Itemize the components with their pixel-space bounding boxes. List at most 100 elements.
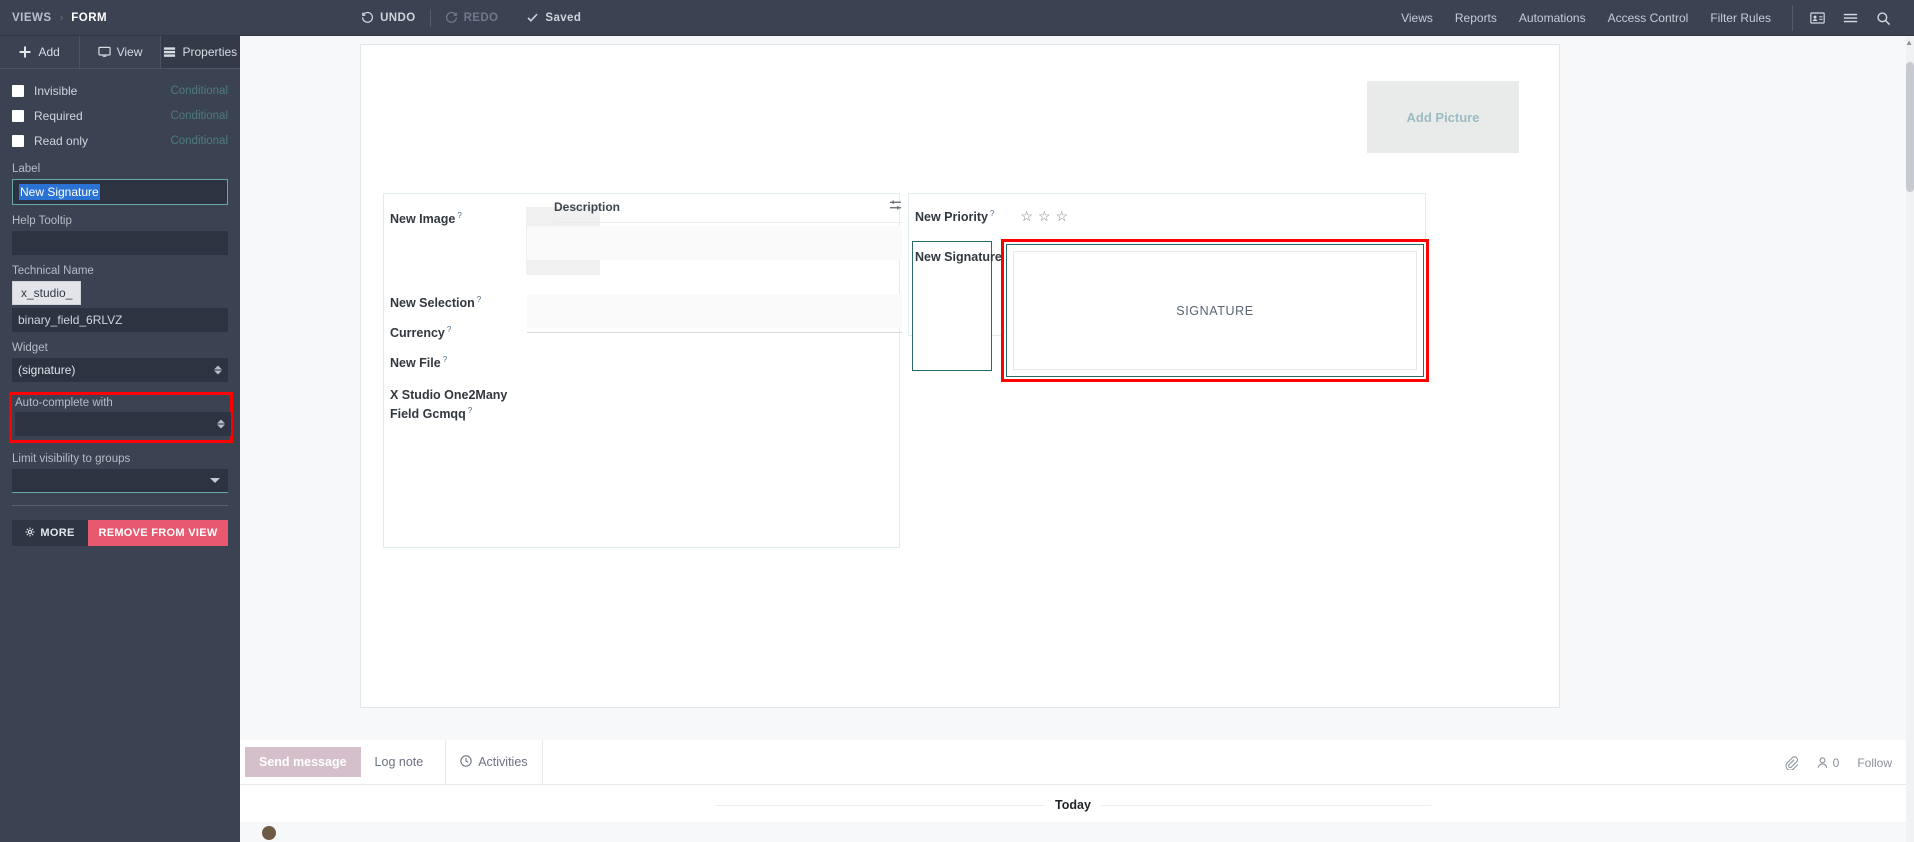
- monitor-icon: [97, 46, 111, 59]
- breadcrumb-separator-icon: ›: [59, 11, 64, 24]
- sidebar-tab-view[interactable]: View: [80, 36, 161, 68]
- label-input[interactable]: New Signature: [12, 179, 228, 205]
- invisible-row: Invisible Conditional: [12, 79, 228, 103]
- readonly-label: Read only: [34, 134, 89, 148]
- sidebar-button-row: MORE REMOVE FROM VIEW: [12, 520, 228, 546]
- breadcrumb-views[interactable]: VIEWS: [12, 12, 52, 24]
- limit-groups-caption: Limit visibility to groups: [12, 453, 131, 465]
- priority-stars[interactable]: ☆ ☆ ☆: [1020, 209, 1068, 223]
- autocomplete-select[interactable]: [15, 412, 231, 436]
- redo-button[interactable]: REDO: [431, 0, 513, 36]
- remove-from-view-button[interactable]: REMOVE FROM VIEW: [88, 520, 228, 546]
- properties-icon: [163, 46, 176, 59]
- o2m-column-description[interactable]: Description: [554, 200, 620, 214]
- undo-button[interactable]: UNDO: [347, 0, 429, 36]
- separator-line-left: [715, 804, 1046, 806]
- followers-button[interactable]: 0: [1816, 755, 1840, 770]
- technical-name-input[interactable]: binary_field_6RLVZ: [12, 308, 228, 332]
- table-row[interactable]: [527, 294, 902, 328]
- check-icon: [526, 11, 539, 24]
- follow-button[interactable]: Follow: [1857, 756, 1892, 770]
- person-icon: [1817, 757, 1827, 768]
- star-icon[interactable]: ☆: [1056, 209, 1069, 223]
- field-new-file: New File?: [390, 352, 447, 371]
- readonly-checkbox[interactable]: [12, 135, 24, 147]
- scrollbar-thumb[interactable]: [1906, 62, 1914, 192]
- contact-card-icon[interactable]: [1801, 12, 1834, 24]
- star-icon[interactable]: ☆: [1020, 209, 1033, 223]
- breadcrumb: VIEWS › FORM: [0, 12, 107, 24]
- widget-select[interactable]: (signature): [12, 358, 228, 382]
- more-button[interactable]: MORE: [12, 520, 88, 546]
- limit-groups-select[interactable]: [12, 469, 228, 493]
- signature-label-box[interactable]: New Signature?: [912, 241, 1008, 371]
- required-checkbox[interactable]: [12, 110, 24, 122]
- signature-pad[interactable]: SIGNATURE: [1006, 244, 1424, 377]
- add-picture-button[interactable]: Add Picture: [1367, 81, 1519, 153]
- send-message-label: Send message: [259, 755, 347, 769]
- nav-automations[interactable]: Automations: [1508, 0, 1597, 36]
- technical-name-value: binary_field_6RLVZ: [18, 313, 123, 327]
- sidebar-divider: [12, 505, 228, 506]
- technical-name-group: Technical Name x_studio_ binary_field_6R…: [12, 265, 228, 332]
- main-area: Add Picture New Image? New Selection ? C…: [240, 36, 1914, 842]
- tooltip-input[interactable]: [12, 231, 228, 255]
- star-icon[interactable]: ☆: [1038, 209, 1051, 223]
- table-row[interactable]: [527, 260, 902, 294]
- field-currency: Currency?: [390, 322, 451, 341]
- label-field-caption: Label: [12, 163, 41, 175]
- nav-filter-rules[interactable]: Filter Rules: [1699, 0, 1782, 36]
- add-picture-label: Add Picture: [1406, 109, 1480, 125]
- saved-status[interactable]: Saved: [512, 0, 595, 36]
- date-separator-label: Today: [1055, 798, 1091, 812]
- chatter-panel: Send message Log note Activities 0 Follo…: [240, 739, 1906, 842]
- label-field-group: Label New Signature: [12, 163, 228, 205]
- field-new-priority: New Priority? ☆ ☆ ☆: [915, 206, 1068, 225]
- vertical-scrollbar[interactable]: ▲: [1905, 36, 1914, 842]
- nav-views[interactable]: Views: [1390, 0, 1444, 36]
- log-note-tab[interactable]: Log note: [361, 747, 438, 777]
- remove-from-view-label: REMOVE FROM VIEW: [98, 527, 218, 539]
- o2m-table-rows: [527, 226, 902, 362]
- redo-icon: [445, 11, 458, 24]
- properties-sidebar: Add View Properties Invisible Conditiona…: [0, 36, 240, 842]
- nav-reports[interactable]: Reports: [1444, 0, 1508, 36]
- required-row: Required Conditional: [12, 104, 228, 128]
- required-conditional-link[interactable]: Conditional: [170, 110, 228, 122]
- top-bar: VIEWS › FORM UNDO REDO Saved Views Repor…: [0, 0, 1914, 36]
- tooltip-field-group: Help Tooltip: [12, 215, 228, 255]
- activities-button[interactable]: Activities: [446, 754, 541, 770]
- gear-icon: [25, 527, 35, 540]
- form-left-column: New Image? New Selection? Currency ? New…: [383, 193, 902, 548]
- widget-value: (signature): [18, 363, 76, 377]
- sidebar-tab-properties[interactable]: Properties: [160, 36, 240, 68]
- sidebar-tab-properties-label: Properties: [182, 45, 238, 59]
- readonly-conditional-link[interactable]: Conditional: [170, 135, 228, 147]
- o2m-label-line1: X Studio One2Many: [390, 388, 508, 402]
- o2m-table-footer-line: [527, 332, 902, 333]
- sidebar-tab-add-label: Add: [38, 45, 60, 59]
- nav-access-control[interactable]: Access Control: [1597, 0, 1700, 36]
- attachment-button[interactable]: [1784, 755, 1798, 770]
- sidebar-tab-add[interactable]: Add: [0, 36, 81, 68]
- invisible-conditional-link[interactable]: Conditional: [170, 85, 228, 97]
- help-marker-icon: ?: [442, 355, 448, 364]
- table-row[interactable]: [527, 226, 902, 260]
- widget-group: Widget (signature): [12, 342, 228, 382]
- list-icon[interactable]: [1834, 12, 1867, 24]
- sidebar-tabs: Add View Properties: [0, 36, 240, 69]
- search-icon[interactable]: [1867, 11, 1900, 26]
- followers-count: 0: [1832, 755, 1840, 770]
- scroll-up-arrow-icon[interactable]: ▲: [1905, 38, 1913, 47]
- invisible-checkbox[interactable]: [12, 85, 24, 97]
- send-message-tab[interactable]: Send message: [245, 747, 361, 777]
- adjust-settings-icon[interactable]: [889, 198, 902, 216]
- follow-label: Follow: [1857, 755, 1892, 770]
- table-row[interactable]: [527, 328, 902, 362]
- label-input-value: New Signature: [19, 184, 100, 200]
- breadcrumb-form[interactable]: FORM: [71, 12, 107, 24]
- log-note-label: Log note: [374, 755, 424, 769]
- signature-placeholder: SIGNATURE: [1176, 303, 1254, 318]
- new-signature-label: New Signature?: [915, 246, 1008, 265]
- separator-line-right: [1100, 804, 1431, 806]
